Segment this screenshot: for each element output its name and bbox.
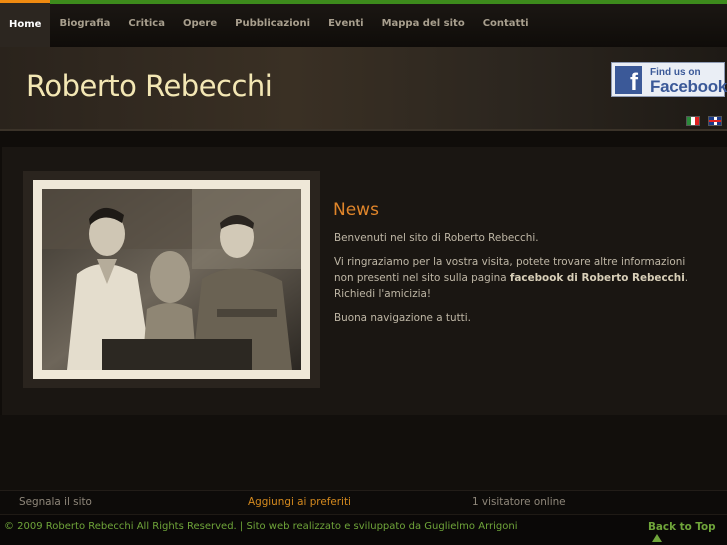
segnala-sito-link[interactable]: Segnala il sito xyxy=(19,496,92,508)
photo-image xyxy=(42,189,301,370)
photo-frame xyxy=(23,171,320,388)
nav-item-mappa-del-sito[interactable]: Mappa del sito xyxy=(373,4,474,47)
top-navigation-bar: Home Biografia Critica Opere Pubblicazio… xyxy=(0,0,727,47)
nav-item-eventi[interactable]: Eventi xyxy=(319,4,372,47)
news-paragraph-closing: Buona navigazione a tutti. xyxy=(334,312,471,324)
aggiungi-preferiti-link[interactable]: Aggiungi ai preferiti xyxy=(248,496,351,508)
site-title[interactable]: Roberto Rebecchi xyxy=(26,69,273,103)
footer-band xyxy=(0,415,727,490)
facebook-badge-line2: Facebook xyxy=(650,77,727,96)
arrow-up-icon xyxy=(652,534,662,542)
flag-italian-icon[interactable] xyxy=(686,116,700,126)
back-to-top-link[interactable]: Back to Top xyxy=(648,521,727,545)
facebook-badge[interactable]: f Find us on Facebook xyxy=(611,62,727,97)
news-paragraph-info: Vi ringraziamo per la vostra visita, pot… xyxy=(334,254,706,302)
news-body: Benvenuti nel sito di Roberto Rebecchi. … xyxy=(334,230,706,334)
nav-item-opere[interactable]: Opere xyxy=(174,4,226,47)
copyright-text: © 2009 Roberto Rebecchi All Rights Reser… xyxy=(4,521,518,532)
nav-item-contatti[interactable]: Contatti xyxy=(474,4,538,47)
nav-item-critica[interactable]: Critica xyxy=(119,4,174,47)
back-to-top-label: Back to Top xyxy=(648,521,716,533)
nav-item-biografia[interactable]: Biografia xyxy=(50,4,119,47)
news-paragraph-welcome: Benvenuti nel sito di Roberto Rebecchi. xyxy=(334,232,539,244)
flag-english-icon[interactable] xyxy=(708,116,722,126)
facebook-page-link[interactable]: facebook di Roberto Rebecchi xyxy=(510,272,685,284)
main-menu: Home Biografia Critica Opere Pubblicazio… xyxy=(0,0,538,47)
site-header: Roberto Rebecchi f Find us on Facebook xyxy=(0,47,727,131)
nav-item-home[interactable]: Home xyxy=(0,0,51,47)
footer-links: Segnala il sito Aggiungi ai preferiti 1 … xyxy=(0,490,727,514)
bottom-bar: © 2009 Roberto Rebecchi All Rights Reser… xyxy=(0,514,727,545)
facebook-icon: f xyxy=(615,66,642,96)
visitors-online-count: 1 visitatore online xyxy=(472,496,566,508)
news-title: News xyxy=(333,200,379,220)
historical-photo xyxy=(33,180,310,379)
nav-item-pubblicazioni[interactable]: Pubblicazioni xyxy=(226,4,319,47)
